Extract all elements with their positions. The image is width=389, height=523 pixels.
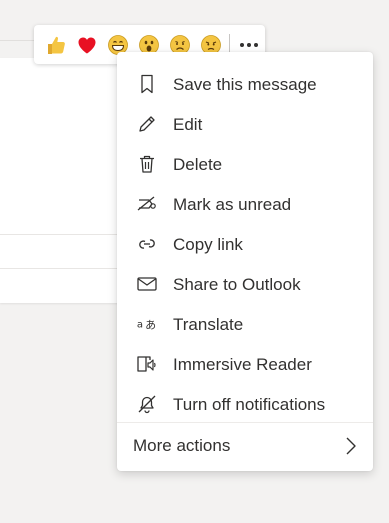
menu-item-label: Immersive Reader: [173, 355, 312, 374]
trash-icon: [136, 153, 158, 175]
menu-item-label: Share to Outlook: [173, 275, 301, 294]
svg-text:あ: あ: [145, 319, 156, 332]
message-context-menu: Save this message Edit Delete Mark as un…: [117, 52, 373, 471]
menu-item-copy-link[interactable]: Copy link: [117, 224, 373, 264]
menu-item-label: Mark as unread: [173, 195, 292, 214]
pencil-icon: [136, 113, 158, 135]
menu-item-share-outlook[interactable]: Share to Outlook: [117, 264, 373, 304]
bookmark-icon: [136, 73, 158, 95]
menu-item-label: Copy link: [173, 235, 243, 254]
chevron-right-icon: [343, 435, 359, 457]
unread-icon: [136, 193, 158, 215]
menu-divider: [117, 422, 373, 423]
more-actions-button[interactable]: More actions: [117, 424, 373, 468]
menu-item-label: Delete: [173, 155, 223, 174]
menu-item-edit[interactable]: Edit: [117, 104, 373, 144]
background-divider: [0, 40, 34, 41]
heart-icon[interactable]: [71, 29, 102, 60]
svg-text:a: a: [137, 320, 143, 331]
menu-item-save-message[interactable]: Save this message: [117, 64, 373, 104]
menu-item-label: Translate: [173, 315, 244, 334]
menu-item-label: Edit: [173, 115, 203, 134]
translate-icon: aあ: [136, 313, 158, 335]
menu-item-delete[interactable]: Delete: [117, 144, 373, 184]
menu-item-translate[interactable]: aあ Translate: [117, 304, 373, 344]
link-icon: [136, 233, 158, 255]
menu-item-immersive-reader[interactable]: Immersive Reader: [117, 344, 373, 384]
menu-item-mark-unread[interactable]: Mark as unread: [117, 184, 373, 224]
mail-icon: [136, 273, 158, 295]
immersive-reader-icon: [136, 353, 158, 375]
menu-item-label: Turn off notifications: [173, 395, 326, 414]
bell-off-icon: [136, 393, 158, 415]
menu-item-label: Save this message: [173, 75, 317, 94]
thumbs-up-icon[interactable]: [40, 29, 71, 60]
more-actions-label: More actions: [133, 436, 231, 455]
menu-item-turn-off-notifications[interactable]: Turn off notifications: [117, 384, 373, 424]
